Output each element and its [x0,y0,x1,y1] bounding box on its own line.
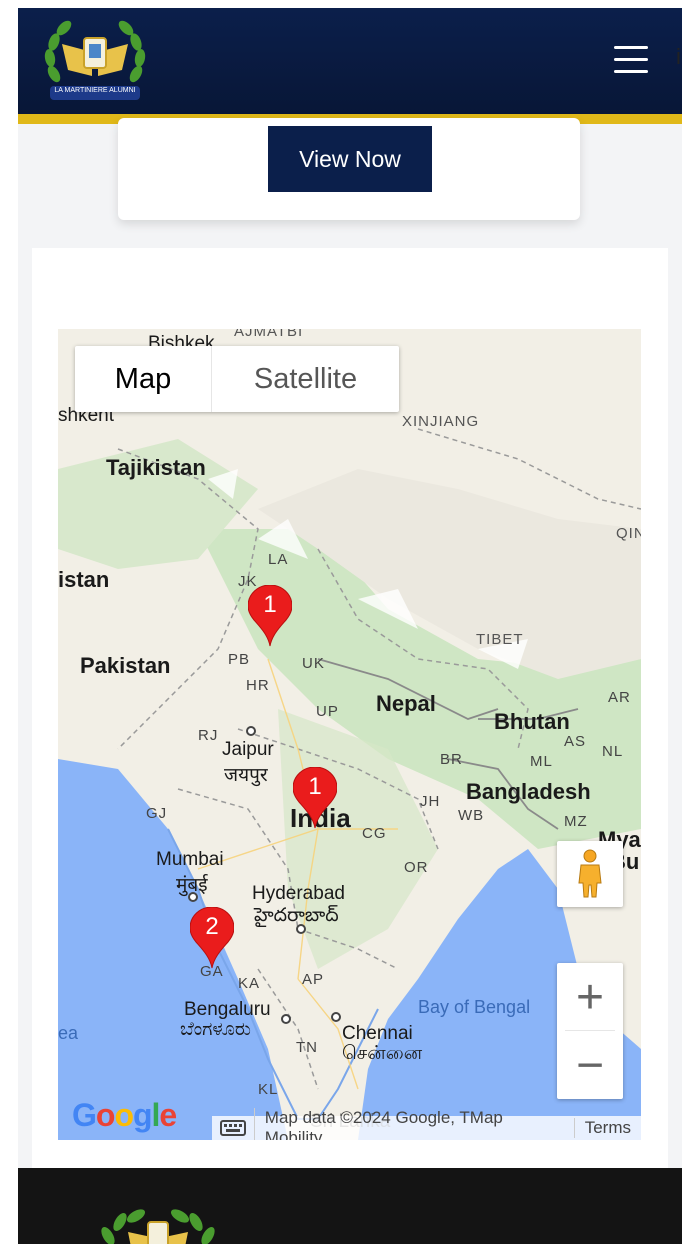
map-label-nepal: Nepal [376,691,436,716]
map-label-hyderabad: Hyderabad [252,883,345,904]
map-label-hr: HR [246,677,270,694]
marker-count: 2 [205,913,219,940]
google-logo[interactable]: Google [72,1097,177,1134]
map-label-ar: AR [608,689,631,706]
map-label-uk: UK [302,655,325,672]
map-data-attribution: Map data ©2024 Google, TMap Mobility [253,1108,574,1140]
map-label-bhutan: Bhutan [494,709,570,734]
map-attribution-bar: Map data ©2024 Google, TMap Mobility Ter… [212,1108,641,1140]
content-gutter-left [18,124,32,1168]
map-label-xinjiang: XINJIANG [402,413,480,430]
map-label-ajmatbi: AJMATBI [234,329,304,340]
map-label-mumbai: Mumbai [156,849,224,870]
map-label-nl: NL [602,743,624,760]
map-type-satellite-button[interactable]: Satellite [212,346,399,412]
map-marker-goa[interactable]: 2 [189,906,235,969]
map-label-gj: GJ [146,805,168,822]
map-label-mz: MZ [564,813,588,830]
map-label-jaipur: Jaipur [222,739,274,760]
alumni-logo[interactable]: LA MARTINIERE ALUMNI [40,14,150,106]
map-label-chennai-tamil: சென்னை [342,1043,423,1064]
map-label-la: LA [268,551,289,568]
map-label-hyderabad-telugu: హైదరాబాద్ [254,905,339,926]
site-footer [18,1168,682,1244]
zoom-divider [565,1030,615,1031]
map-label-pb: PB [228,651,251,668]
map-label-rj: RJ [198,727,219,744]
view-now-button[interactable]: View Now [268,126,432,192]
hamburger-menu-icon[interactable] [608,40,654,80]
map-label-as: AS [564,733,587,750]
map-label-cg: CG [362,825,387,842]
content-gutter-right [668,124,682,1168]
map-label-istan: istan [58,567,110,592]
zoom-in-button[interactable]: + [557,963,623,1031]
map-label-chennai: Chennai [342,1023,413,1044]
map-label-jh: JH [420,793,441,810]
map-label-bangladesh: Bangladesh [466,779,591,804]
marker-count: 1 [308,773,322,800]
map-label-jaipur-hindi: जयपुर [224,765,268,786]
map-label-wb: WB [458,807,485,824]
map-marker-central[interactable]: 1 [292,766,338,829]
keyboard-shortcuts-icon[interactable] [212,1116,254,1140]
map-label-mumbai-marathi: मुंबई [176,875,208,896]
map-label-bay-of-bengal: Bay of Bengal [418,997,531,1017]
map-label-sea: ea [58,1023,79,1043]
map-label-ml: ML [530,753,553,770]
map-label-qin: QIN [616,525,641,542]
zoom-control: + − [557,963,623,1099]
map-marker-north[interactable]: 1 [247,584,293,647]
map-label-ka: KA [238,975,261,992]
map-type-map-button[interactable]: Map [75,346,212,412]
map-label-up: UP [316,703,339,720]
map-label-tajikistan: Tajikistan [106,455,206,480]
footer-logo [101,1209,215,1244]
map-label-bengaluru-kannada: ಬೆಂಗಳೂರು [180,1019,251,1040]
street-view-pegman-icon[interactable] [557,841,623,907]
page: LA MARTINIERE ALUMNI i View Now Bishkek … [0,0,700,1244]
map-type-control: Map Satellite [75,346,399,412]
map-label-tn: TN [296,1039,318,1056]
logo-text: LA MARTINIERE ALUMNI [54,87,136,94]
map-label-or: OR [404,859,429,876]
map-terms-link[interactable]: Terms [573,1118,641,1138]
map-label-kl: KL [258,1081,279,1098]
zoom-out-button[interactable]: − [557,1031,623,1099]
map-label-tibet: TIBET [476,631,524,648]
map-label-pakistan: Pakistan [80,653,171,678]
map-label-bengaluru: Bengaluru [184,999,271,1020]
edge-text-fragment: i [676,44,681,69]
marker-count: 1 [263,591,277,618]
map-label-ap: AP [302,971,325,988]
map-label-br: BR [440,751,463,768]
google-map[interactable]: Bishkek AJMATBI shkent Tajikistan XINJIA… [58,329,641,1140]
